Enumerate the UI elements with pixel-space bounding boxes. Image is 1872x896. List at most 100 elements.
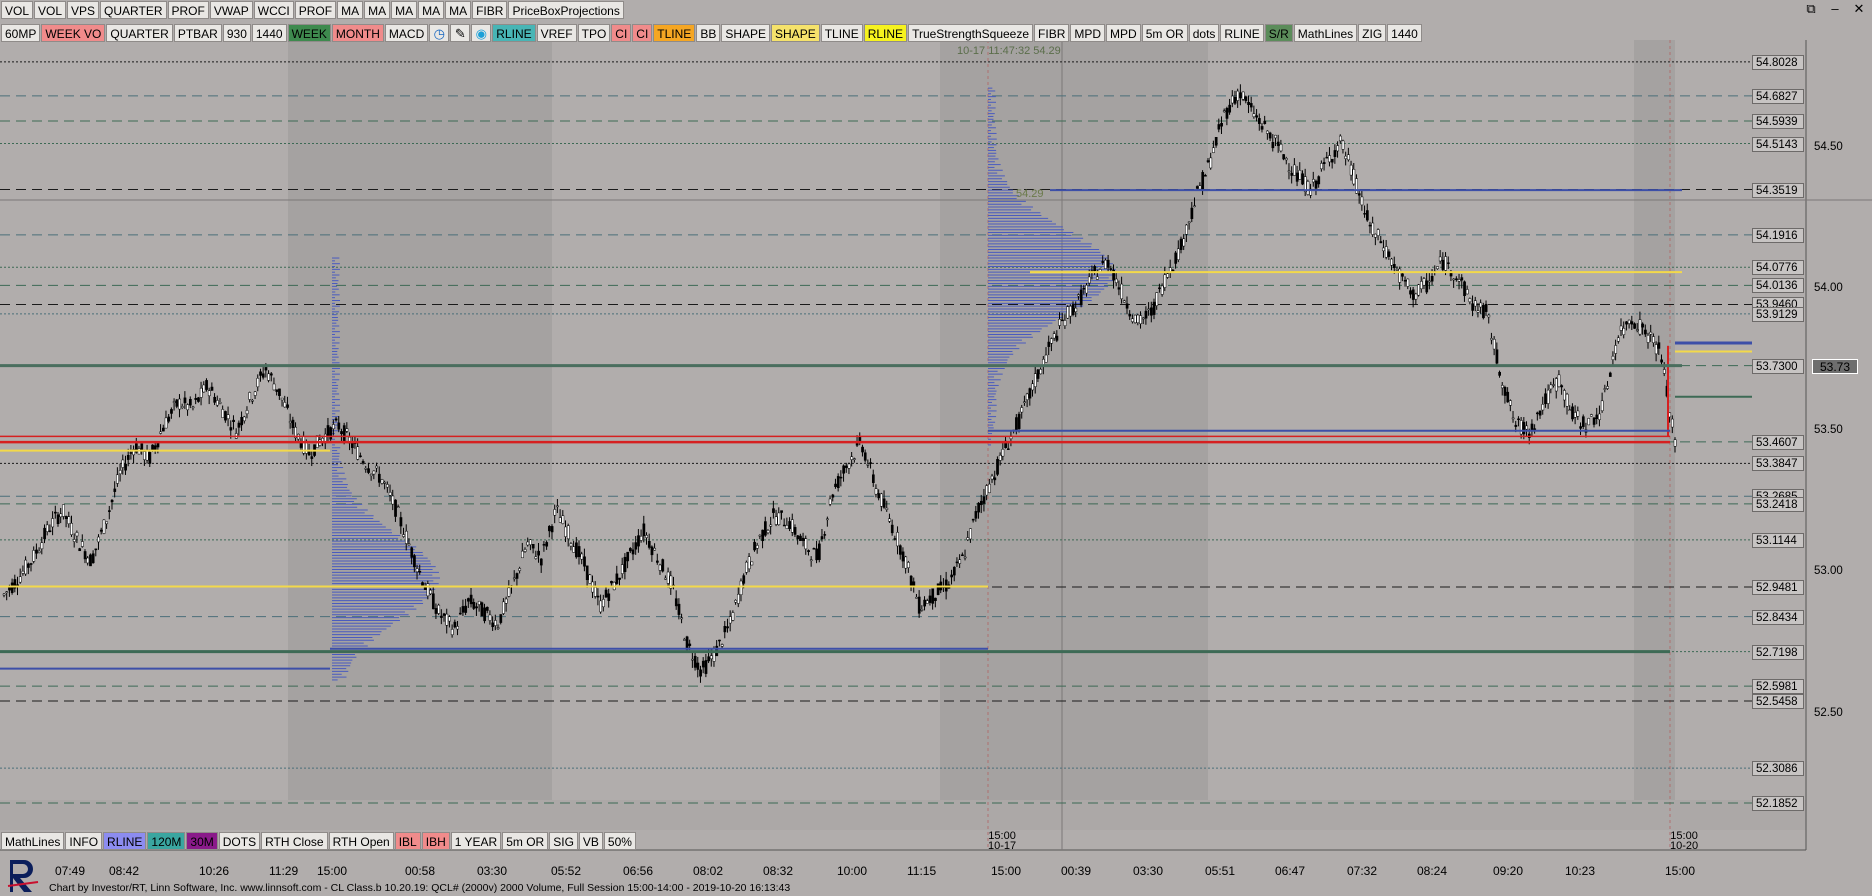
toolbar-button-1-year[interactable]: 1 YEAR xyxy=(450,831,502,850)
toolbar-button-rth-close[interactable]: RTH Close xyxy=(261,831,328,850)
candle-body xyxy=(213,396,217,403)
candle-body xyxy=(642,523,646,537)
toolbar-button-zig[interactable]: ZIG xyxy=(1358,23,1387,42)
candle-body xyxy=(1166,273,1169,278)
toolbar-button-rline[interactable]: RLINE xyxy=(863,23,908,42)
candle-body xyxy=(288,421,292,424)
candle-body xyxy=(1425,280,1429,293)
candle-body xyxy=(788,521,792,530)
candle-body xyxy=(521,550,524,559)
candle-body xyxy=(1222,110,1226,112)
price-chart[interactable] xyxy=(0,0,1872,896)
candle-body xyxy=(1568,409,1572,411)
toolbar-button-120m[interactable]: 120M xyxy=(147,831,186,850)
candle-body xyxy=(977,502,980,513)
toolbar-button-ibh[interactable]: IBH xyxy=(421,831,450,850)
toolbar-button-ci[interactable]: CI xyxy=(611,23,632,42)
toolbar-button-tpo[interactable]: TPO xyxy=(577,23,611,42)
candle-body xyxy=(718,639,721,642)
candle-body xyxy=(202,384,206,393)
candle-body xyxy=(237,422,241,428)
toolbar-button-fibr[interactable]: FIBR xyxy=(1034,23,1070,42)
toolbar-button-tline[interactable]: TLINE xyxy=(820,23,863,42)
toolbar-button-vref[interactable]: VREF xyxy=(536,23,577,42)
toolbar-button-ma[interactable]: MA xyxy=(418,0,445,19)
toolbar-button-ma[interactable]: MA xyxy=(445,0,472,19)
toolbar-button-dots[interactable]: DOTS xyxy=(218,831,261,850)
toolbar-button-mpd[interactable]: MPD xyxy=(1070,23,1106,42)
toolbar-button-5m-or[interactable]: 5m OR xyxy=(502,831,549,850)
toolbar-button-priceboxprojections[interactable]: PriceBoxProjections xyxy=(508,0,624,19)
toolbar-button-930[interactable]: 930 xyxy=(222,23,251,42)
toolbar-button-quarter[interactable]: QUARTER xyxy=(106,23,173,42)
toolbar-button-sig[interactable]: SIG xyxy=(549,831,578,850)
candle-body xyxy=(369,474,373,477)
toolbar-button-vps[interactable]: VPS xyxy=(67,0,100,19)
toolbar-button-ma[interactable]: MA xyxy=(391,0,418,19)
candle-body xyxy=(1549,384,1553,390)
candle-body xyxy=(1069,305,1072,317)
toolbar-button-ci[interactable]: CI xyxy=(632,23,653,42)
toolbar-button-s-r[interactable]: S/R xyxy=(1264,23,1293,42)
toolbar-button-5m-or[interactable]: 5m OR xyxy=(1141,23,1188,42)
pencil-icon[interactable]: ✎ xyxy=(450,23,471,42)
toolbar-button-info[interactable]: INFO xyxy=(65,831,103,850)
toolbar-button-ma[interactable]: MA xyxy=(337,0,364,19)
toolbar-button-prof[interactable]: PROF xyxy=(294,0,337,19)
toolbar-button-week[interactable]: WEEK xyxy=(287,23,331,42)
toolbar-button-macd[interactable]: MACD xyxy=(384,23,429,42)
close-icon[interactable]: ✕ xyxy=(1850,0,1868,18)
toolbar-button-shape[interactable]: SHAPE xyxy=(721,23,771,42)
toolbar-button-ma[interactable]: MA xyxy=(364,0,391,19)
candle-body xyxy=(1160,285,1164,295)
toolbar-button-rline[interactable]: RLINE xyxy=(492,23,536,42)
toolbar-button-dots[interactable]: dots xyxy=(1188,23,1220,42)
candle-body xyxy=(1552,384,1555,386)
toolbar-button-prof[interactable]: PROF xyxy=(167,0,209,19)
toolbar-button-vol[interactable]: VOL xyxy=(34,0,67,19)
toolbar-button-30m[interactable]: 30M xyxy=(186,831,218,850)
candle-body xyxy=(221,409,225,418)
toolbar-button-shape[interactable]: SHAPE xyxy=(771,23,820,42)
toolbar-button-mathlines[interactable]: MathLines xyxy=(1,831,65,850)
toolbar-button-mathlines[interactable]: MathLines xyxy=(1293,23,1358,42)
toolbar-button-ibl[interactable]: IBL xyxy=(394,831,421,850)
toolbar-button-mpd[interactable]: MPD xyxy=(1106,23,1141,42)
toolbar-button-truestrengthsqueeze[interactable]: TrueStrengthSqueeze xyxy=(908,23,1034,42)
candle-body xyxy=(86,557,90,564)
time-tick-label: 11:15 xyxy=(907,864,937,878)
candle-body xyxy=(64,516,68,520)
toolbar-button-ptbar[interactable]: PTBAR xyxy=(173,23,222,42)
toolbar-button-month[interactable]: MONTH xyxy=(331,23,384,42)
toolbar-button-tline[interactable]: TLINE xyxy=(653,23,696,42)
candle-body xyxy=(1239,92,1242,99)
restore-icon[interactable]: ⧉ xyxy=(1802,0,1820,18)
toolbar-button-fibr[interactable]: FIBR xyxy=(472,0,508,19)
toolbar-button-60mp[interactable]: 60MP xyxy=(1,23,41,42)
target-icon[interactable]: ◉ xyxy=(471,23,492,42)
toolbar-button-vol[interactable]: VOL xyxy=(1,0,34,19)
toolbar-button-rline[interactable]: RLINE xyxy=(103,831,147,850)
toolbar-button-vwap[interactable]: VWAP xyxy=(209,0,253,19)
candle-body xyxy=(62,504,65,517)
candle-body xyxy=(1295,172,1299,182)
toolbar-button-bb[interactable]: BB xyxy=(696,23,721,42)
minimize-icon[interactable]: – xyxy=(1826,0,1844,18)
toolbar-button-1440[interactable]: 1440 xyxy=(251,23,287,42)
candle-body xyxy=(1155,292,1159,306)
toolbar-button-vb[interactable]: VB xyxy=(578,831,603,850)
toolbar-button-50-[interactable]: 50% xyxy=(603,831,636,850)
candle-body xyxy=(448,616,451,622)
clock-icon[interactable]: ◷ xyxy=(429,23,450,42)
toolbar-button-quarter[interactable]: QUARTER xyxy=(100,0,167,19)
toolbar-button-week-vo[interactable]: WEEK VO xyxy=(41,23,106,42)
candle-body xyxy=(1430,275,1434,282)
toolbar-button-rth-open[interactable]: RTH Open xyxy=(328,831,394,850)
toolbar-button-wcci[interactable]: WCCI xyxy=(253,0,294,19)
candle-body xyxy=(1152,301,1156,315)
toolbar-button-rline[interactable]: RLINE xyxy=(1220,23,1264,42)
toolbar-button-1440[interactable]: 1440 xyxy=(1387,23,1422,42)
candle-body xyxy=(556,505,559,508)
candle-body xyxy=(1371,222,1375,235)
candle-body xyxy=(1476,310,1480,313)
